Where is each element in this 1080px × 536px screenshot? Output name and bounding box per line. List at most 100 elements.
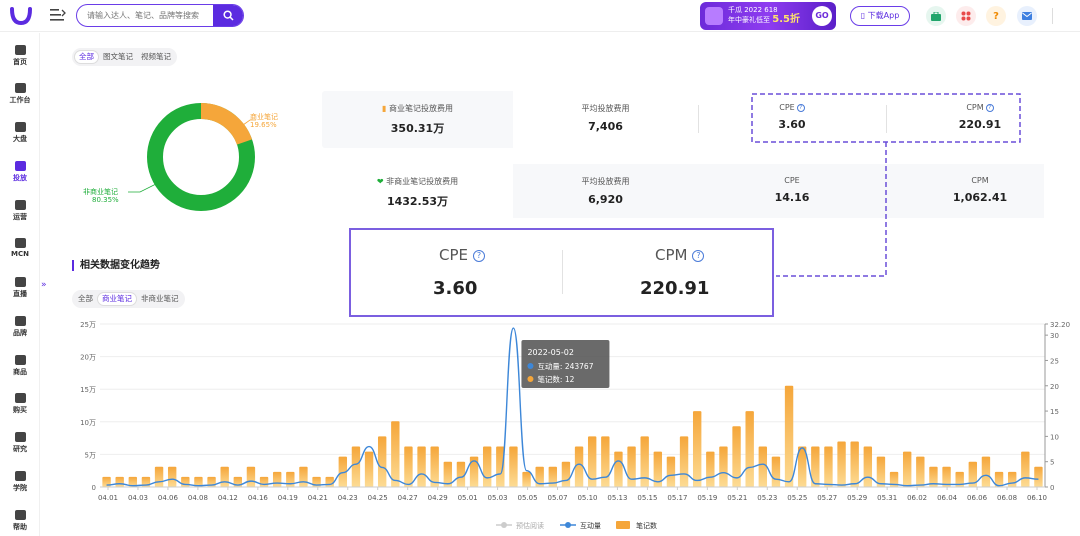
section-title: 相关数据变化趋势 [72, 260, 160, 271]
tooltip-marker [527, 376, 534, 382]
bar-note-count[interactable] [272, 471, 282, 487]
bar-note-count[interactable] [784, 385, 794, 487]
info-icon: ? [692, 250, 705, 262]
highlight-dashed-box [751, 93, 1021, 143]
right-axis-tick: 10 [1050, 433, 1059, 441]
bar-note-count[interactable] [561, 461, 571, 487]
bar-note-count[interactable] [417, 446, 426, 487]
bar-note-count[interactable] [1034, 466, 1043, 487]
bar-note-count[interactable] [916, 456, 925, 487]
bar-note-count[interactable] [391, 421, 400, 487]
right-axis-tick: 15 [1050, 408, 1059, 416]
x-axis-tick: 05.01 [458, 494, 478, 502]
bar-note-count[interactable] [627, 446, 636, 487]
x-axis-tick: 05.19 [697, 494, 717, 502]
bar-note-count[interactable] [850, 441, 859, 487]
x-axis-tick: 06.04 [937, 494, 958, 502]
legend-interactions[interactable]: 互动量 [560, 521, 601, 530]
right-axis-tick: 20 [1050, 383, 1059, 391]
trend-tab-1[interactable]: 商业笔记 [97, 292, 137, 306]
bar-note-count[interactable] [692, 411, 702, 487]
bar-note-count[interactable] [666, 456, 676, 487]
x-axis-tick: 05.07 [547, 494, 567, 502]
x-axis-tick: 04.21 [308, 494, 328, 502]
x-axis-tick: 05.10 [577, 494, 597, 502]
bar-note-count[interactable] [771, 456, 781, 487]
legend-note-count[interactable]: 笔记数 [616, 521, 657, 530]
x-axis-tick: 05.05 [518, 494, 538, 502]
bar-note-count[interactable] [719, 446, 728, 487]
bar-note-count[interactable] [364, 451, 374, 487]
bar-note-count[interactable] [299, 466, 308, 487]
x-axis-tick: 05.03 [488, 494, 508, 502]
left-axis-tick: 15万 [80, 386, 96, 394]
bar-note-count[interactable] [902, 451, 912, 487]
bar-note-count[interactable] [325, 476, 334, 487]
bar-note-count[interactable] [640, 436, 649, 487]
legend-dot-icon [501, 522, 507, 528]
bar-note-count[interactable] [548, 466, 558, 487]
x-axis-tick: 04.23 [338, 494, 358, 502]
x-axis-tick: 04.29 [428, 494, 448, 502]
zoom-cpm-value: 220.91 [640, 278, 710, 299]
bar-note-count[interactable] [824, 446, 833, 487]
bar-note-count[interactable] [351, 446, 361, 487]
bar-note-count[interactable] [115, 476, 124, 487]
left-axis-tick: 25万 [80, 321, 96, 329]
bar-note-count[interactable] [286, 471, 295, 487]
legend-dot-icon [565, 522, 571, 528]
bar-note-count[interactable] [220, 466, 229, 487]
x-axis-tick: 04.19 [278, 494, 298, 502]
zoom-cpe-value: 3.60 [433, 278, 478, 299]
bar-note-count[interactable] [181, 476, 190, 487]
chart-tooltip: 2022-05-02 互动量: 243767 笔记数: 12 [521, 340, 610, 388]
bar-note-count[interactable] [679, 436, 689, 487]
x-axis-tick: 06.02 [907, 494, 927, 502]
bar-note-count[interactable] [377, 436, 387, 487]
bar-note-count[interactable] [863, 446, 873, 487]
bar-note-count[interactable] [259, 476, 269, 487]
x-axis-tick: 06.08 [997, 494, 1017, 502]
bar-note-count[interactable] [154, 466, 164, 487]
right-axis-tick: 30 [1050, 332, 1059, 340]
tooltip-line2: 笔记数: 12 [537, 374, 574, 384]
x-axis-tick: 04.12 [218, 494, 238, 502]
zoom-cpm-label: CPM [655, 246, 688, 264]
legend-estimated-reads[interactable]: 预估阅读 [496, 521, 544, 530]
bar-note-count[interactable] [482, 446, 492, 487]
bar-note-count[interactable] [509, 446, 518, 487]
bar-note-count[interactable] [167, 466, 177, 487]
x-axis-tick: 05.21 [727, 494, 747, 502]
x-axis-tick: 04.25 [368, 494, 388, 502]
x-axis-tick: 05.13 [607, 494, 627, 502]
info-icon: ? [473, 250, 485, 262]
bar-note-count[interactable] [456, 461, 466, 487]
bar-note-count[interactable] [614, 451, 623, 487]
bar-note-count[interactable] [522, 471, 531, 487]
bar-note-count[interactable] [745, 411, 754, 487]
bar-note-count[interactable] [404, 446, 413, 487]
bar-note-count[interactable] [758, 446, 768, 487]
legend-bar-icon [616, 521, 630, 529]
legend-label: 互动量 [580, 521, 601, 530]
x-axis-tick: 04.08 [188, 494, 208, 502]
bar-note-count[interactable] [706, 451, 715, 487]
tooltip-marker [527, 363, 534, 369]
bar-note-count[interactable] [837, 441, 846, 487]
x-axis-tick: 04.16 [248, 494, 269, 502]
right-axis-tick: 5 [1050, 459, 1054, 467]
trend-tab-2[interactable]: 非商业笔记 [137, 292, 183, 306]
bar-note-count[interactable] [1021, 451, 1030, 487]
bar-note-count[interactable] [601, 436, 610, 487]
x-axis-tick: 05.27 [817, 494, 837, 502]
bar-note-count[interactable] [246, 466, 256, 487]
x-axis-tick: 06.10 [1027, 494, 1047, 502]
bar-note-count[interactable] [496, 446, 505, 487]
trend-tab-0[interactable]: 全部 [74, 292, 97, 306]
connector-line [776, 142, 887, 277]
x-axis-tick: 05.15 [637, 494, 657, 502]
bar-note-count[interactable] [981, 456, 991, 487]
zoom-callout: CPE? 3.60 CPM? 220.91 [349, 228, 774, 317]
bar-note-count[interactable] [1007, 471, 1017, 487]
x-axis-tick: 05.17 [667, 494, 687, 502]
